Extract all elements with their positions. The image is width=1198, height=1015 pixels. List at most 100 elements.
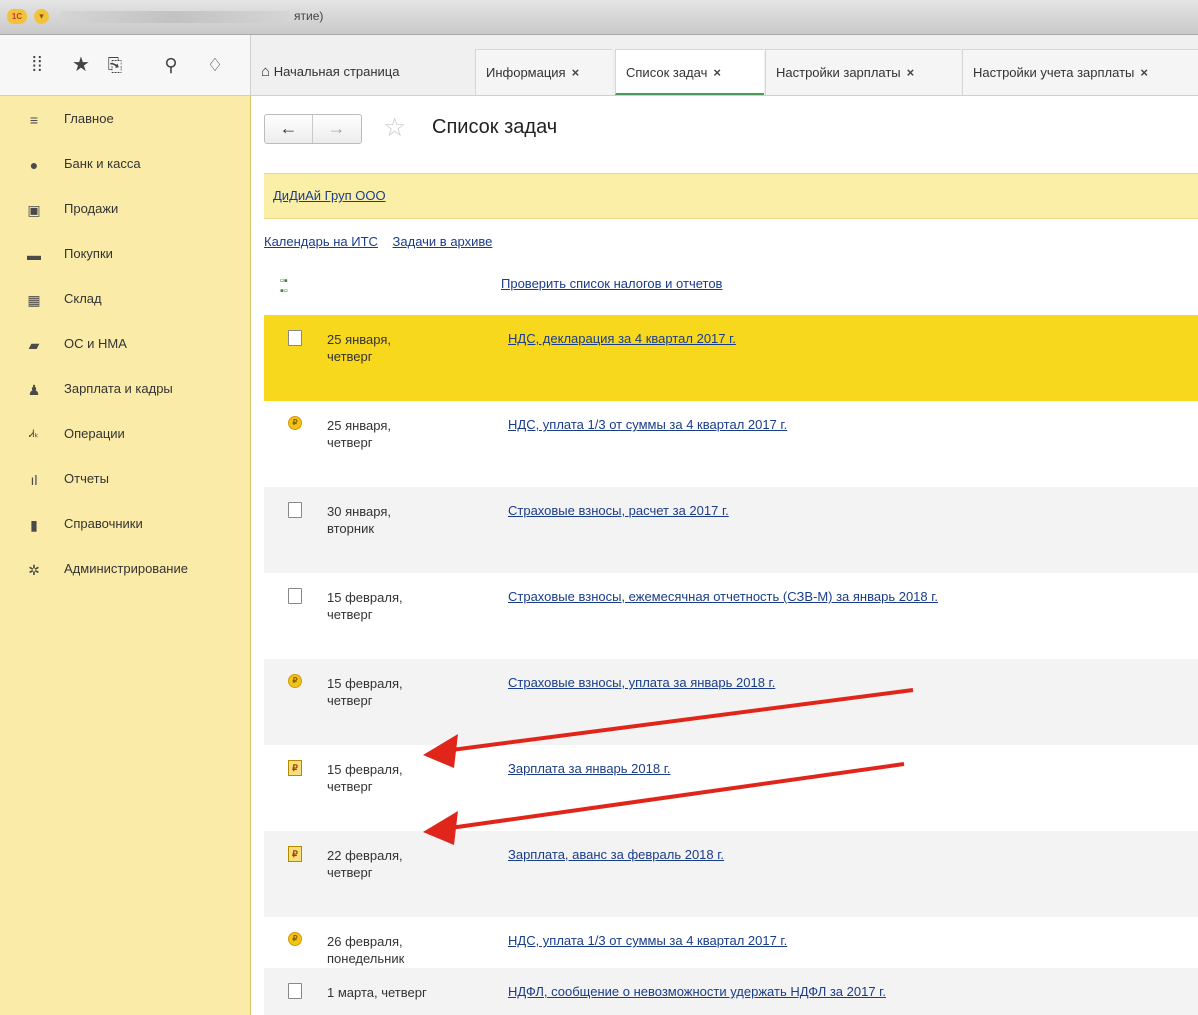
- task-row[interactable]: 30 января, вторник Страховые взносы, расч…: [264, 487, 1198, 573]
- task-row[interactable]: 25 января, четверг НДС, декларация за 4 к…: [264, 315, 1198, 401]
- task-row[interactable]: 1 марта, четверг НДФЛ, сообщение о невоз…: [264, 968, 1198, 1015]
- back-arrow-icon[interactable]: ←: [265, 115, 313, 143]
- main-menu-button[interactable]: ▾: [34, 9, 49, 24]
- task-date: 1 марта, четверг: [327, 985, 427, 1000]
- apps-grid-icon[interactable]: ⁞⁞: [24, 53, 50, 77]
- sidebar-item-label: Склад: [64, 291, 102, 306]
- task-date: 30 января, вторник: [327, 504, 392, 536]
- payment-coin-icon: ₽: [288, 416, 302, 430]
- its-calendar-link[interactable]: Календарь на ИТС: [264, 234, 378, 249]
- home-icon: ⌂: [261, 63, 271, 80]
- task-date: 15 февраля, четверг: [327, 762, 403, 794]
- bar-chart-icon: ıl: [30, 471, 38, 488]
- document-icon: [288, 588, 302, 604]
- task-date: 15 февраля, четверг: [327, 676, 403, 708]
- task-date: 26 февраля, понедельник: [327, 934, 405, 966]
- close-icon[interactable]: ×: [713, 65, 721, 80]
- book-icon: ▮: [30, 516, 38, 533]
- task-link[interactable]: Зарплата за январь 2018 г.: [508, 761, 670, 776]
- favorite-star-icon[interactable]: ☆: [383, 112, 406, 143]
- window-title: ятие): [294, 9, 324, 23]
- sidebar-item-label: Банк и касса: [64, 156, 141, 171]
- task-row[interactable]: ₽ 15 февраля, четверг Зарплата за январь …: [264, 745, 1198, 831]
- check-taxes-link[interactable]: Проверить список налогов и отчетов: [501, 276, 722, 291]
- tabs-bar: ⌂ Начальная страница Информация × Список …: [251, 35, 1198, 96]
- sidebar-item-label: Зарплата и кадры: [64, 381, 173, 396]
- forward-arrow-icon[interactable]: →: [313, 115, 360, 143]
- operations-icon: Ꮧₖ: [29, 428, 39, 440]
- task-link[interactable]: НДС, уплата 1/3 от суммы за 4 квартал 20…: [508, 417, 787, 432]
- close-icon[interactable]: ×: [1140, 65, 1148, 80]
- sidebar-item-purchases[interactable]: ▬ Покупки: [24, 243, 113, 265]
- bell-icon[interactable]: ♢: [202, 53, 228, 77]
- task-date: 25 января, четверг: [327, 418, 392, 450]
- sidebar-item-label: Отчеты: [64, 471, 109, 486]
- task-link[interactable]: НДС, декларация за 4 квартал 2017 г.: [508, 331, 736, 346]
- payroll-icon: ₽: [288, 846, 302, 862]
- task-row[interactable]: 15 февраля, четверг Страховые взносы, еже…: [264, 573, 1198, 659]
- task-link[interactable]: НДС, уплата 1/3 от суммы за 4 квартал 20…: [508, 933, 787, 948]
- sidebar-item-sales[interactable]: ▣ Продажи: [24, 198, 118, 220]
- task-row[interactable]: ₽ 22 февраля, четверг Зарплата, аванс за …: [264, 831, 1198, 917]
- tab-home[interactable]: ⌂ Начальная страница: [251, 49, 459, 95]
- sidebar-item-label: Покупки: [64, 246, 113, 261]
- warehouse-icon: ▦: [27, 291, 41, 308]
- close-icon[interactable]: ×: [907, 65, 915, 80]
- tab-task-list[interactable]: Список задач ×: [615, 49, 764, 95]
- sidebar-item-directories[interactable]: ▮ Справочники: [24, 513, 143, 535]
- payment-coin-icon: ₽: [288, 932, 302, 946]
- task-date: 25 января, четверг: [327, 332, 392, 364]
- sidebar-item-administration[interactable]: ✲ Администрирование: [24, 558, 188, 580]
- app-logo: 1С: [7, 9, 27, 24]
- favorites-star-icon[interactable]: ★: [68, 53, 94, 77]
- document-icon: [288, 502, 302, 518]
- top-links: Календарь на ИТС Задачи в архиве: [264, 234, 503, 249]
- tab-salary-settings[interactable]: Настройки зарплаты ×: [765, 49, 961, 95]
- document-icon: [288, 983, 302, 999]
- menu-lines-icon: ≡: [29, 111, 39, 128]
- tab-label: Настройки зарплаты: [776, 65, 901, 80]
- quick-toolbar: ⁞⁞ ★ ⎘ ⚲ ♢: [0, 35, 251, 96]
- archived-tasks-link[interactable]: Задачи в архиве: [393, 234, 493, 249]
- tab-info[interactable]: Информация ×: [475, 49, 612, 95]
- tax-check-icon: ▫▪ ▪▫: [280, 275, 288, 297]
- person-icon: ♟: [27, 381, 41, 398]
- check-taxes-row: ▫▪ ▪▫ Проверить список налогов и отчетов: [264, 266, 1198, 306]
- task-link[interactable]: Страховые взносы, расчет за 2017 г.: [508, 503, 729, 518]
- sidebar-item-warehouse[interactable]: ▦ Склад: [24, 288, 102, 310]
- document-icon: [288, 330, 302, 346]
- tab-label: Список задач: [626, 65, 708, 80]
- cart-icon: ▬: [27, 246, 41, 263]
- sidebar-item-main[interactable]: ≡ Главное: [24, 108, 114, 130]
- sidebar-item-label: ОС и НМА: [64, 336, 127, 351]
- sidebar-item-assets[interactable]: ▰ ОС и НМА: [24, 333, 127, 355]
- task-date: 22 февраля, четверг: [327, 848, 403, 880]
- sidebar-item-operations[interactable]: Ꮧₖ Операции: [24, 423, 125, 445]
- sidebar-item-label: Администрирование: [64, 561, 188, 576]
- search-icon[interactable]: ⚲: [158, 53, 184, 77]
- organization-bar: ДиДиАй Груп ООО: [264, 173, 1198, 219]
- sidebar-item-bank[interactable]: ● Банк и касса: [24, 153, 141, 175]
- sidebar-item-salary[interactable]: ♟ Зарплата и кадры: [24, 378, 173, 400]
- task-row[interactable]: ₽ 15 февраля, четверг Страховые взносы, у…: [264, 659, 1198, 745]
- sidebar-item-reports[interactable]: ıl Отчеты: [24, 468, 109, 490]
- window-title-bar: 1С ▾ ятие): [0, 0, 1198, 35]
- tab-label: Настройки учета зарплаты: [973, 65, 1135, 80]
- sidebar-item-label: Продажи: [64, 201, 119, 216]
- coin-icon: ●: [29, 156, 39, 173]
- task-row[interactable]: ₽ 25 января, четверг НДС, уплата 1/3 от с…: [264, 401, 1198, 487]
- close-icon[interactable]: ×: [572, 65, 580, 80]
- tab-salary-accounting-settings[interactable]: Настройки учета зарплаты ×: [962, 49, 1198, 95]
- sidebar-item-label: Операции: [64, 426, 125, 441]
- task-link[interactable]: НДФЛ, сообщение о невозможности удержать…: [508, 984, 886, 999]
- organization-link[interactable]: ДиДиАй Груп ООО: [273, 188, 386, 203]
- payment-coin-icon: ₽: [288, 674, 302, 688]
- tab-label: Информация: [486, 65, 566, 80]
- history-icon[interactable]: ⎘: [102, 53, 128, 77]
- sidebar-item-label: Справочники: [64, 516, 143, 531]
- task-link[interactable]: Зарплата, аванс за февраль 2018 г.: [508, 847, 724, 862]
- blurred-title-text: [60, 11, 290, 23]
- task-link[interactable]: Страховые взносы, уплата за январь 2018 …: [508, 675, 775, 690]
- task-link[interactable]: Страховые взносы, ежемесячная отчетность…: [508, 589, 938, 604]
- bag-icon: ▣: [27, 201, 41, 218]
